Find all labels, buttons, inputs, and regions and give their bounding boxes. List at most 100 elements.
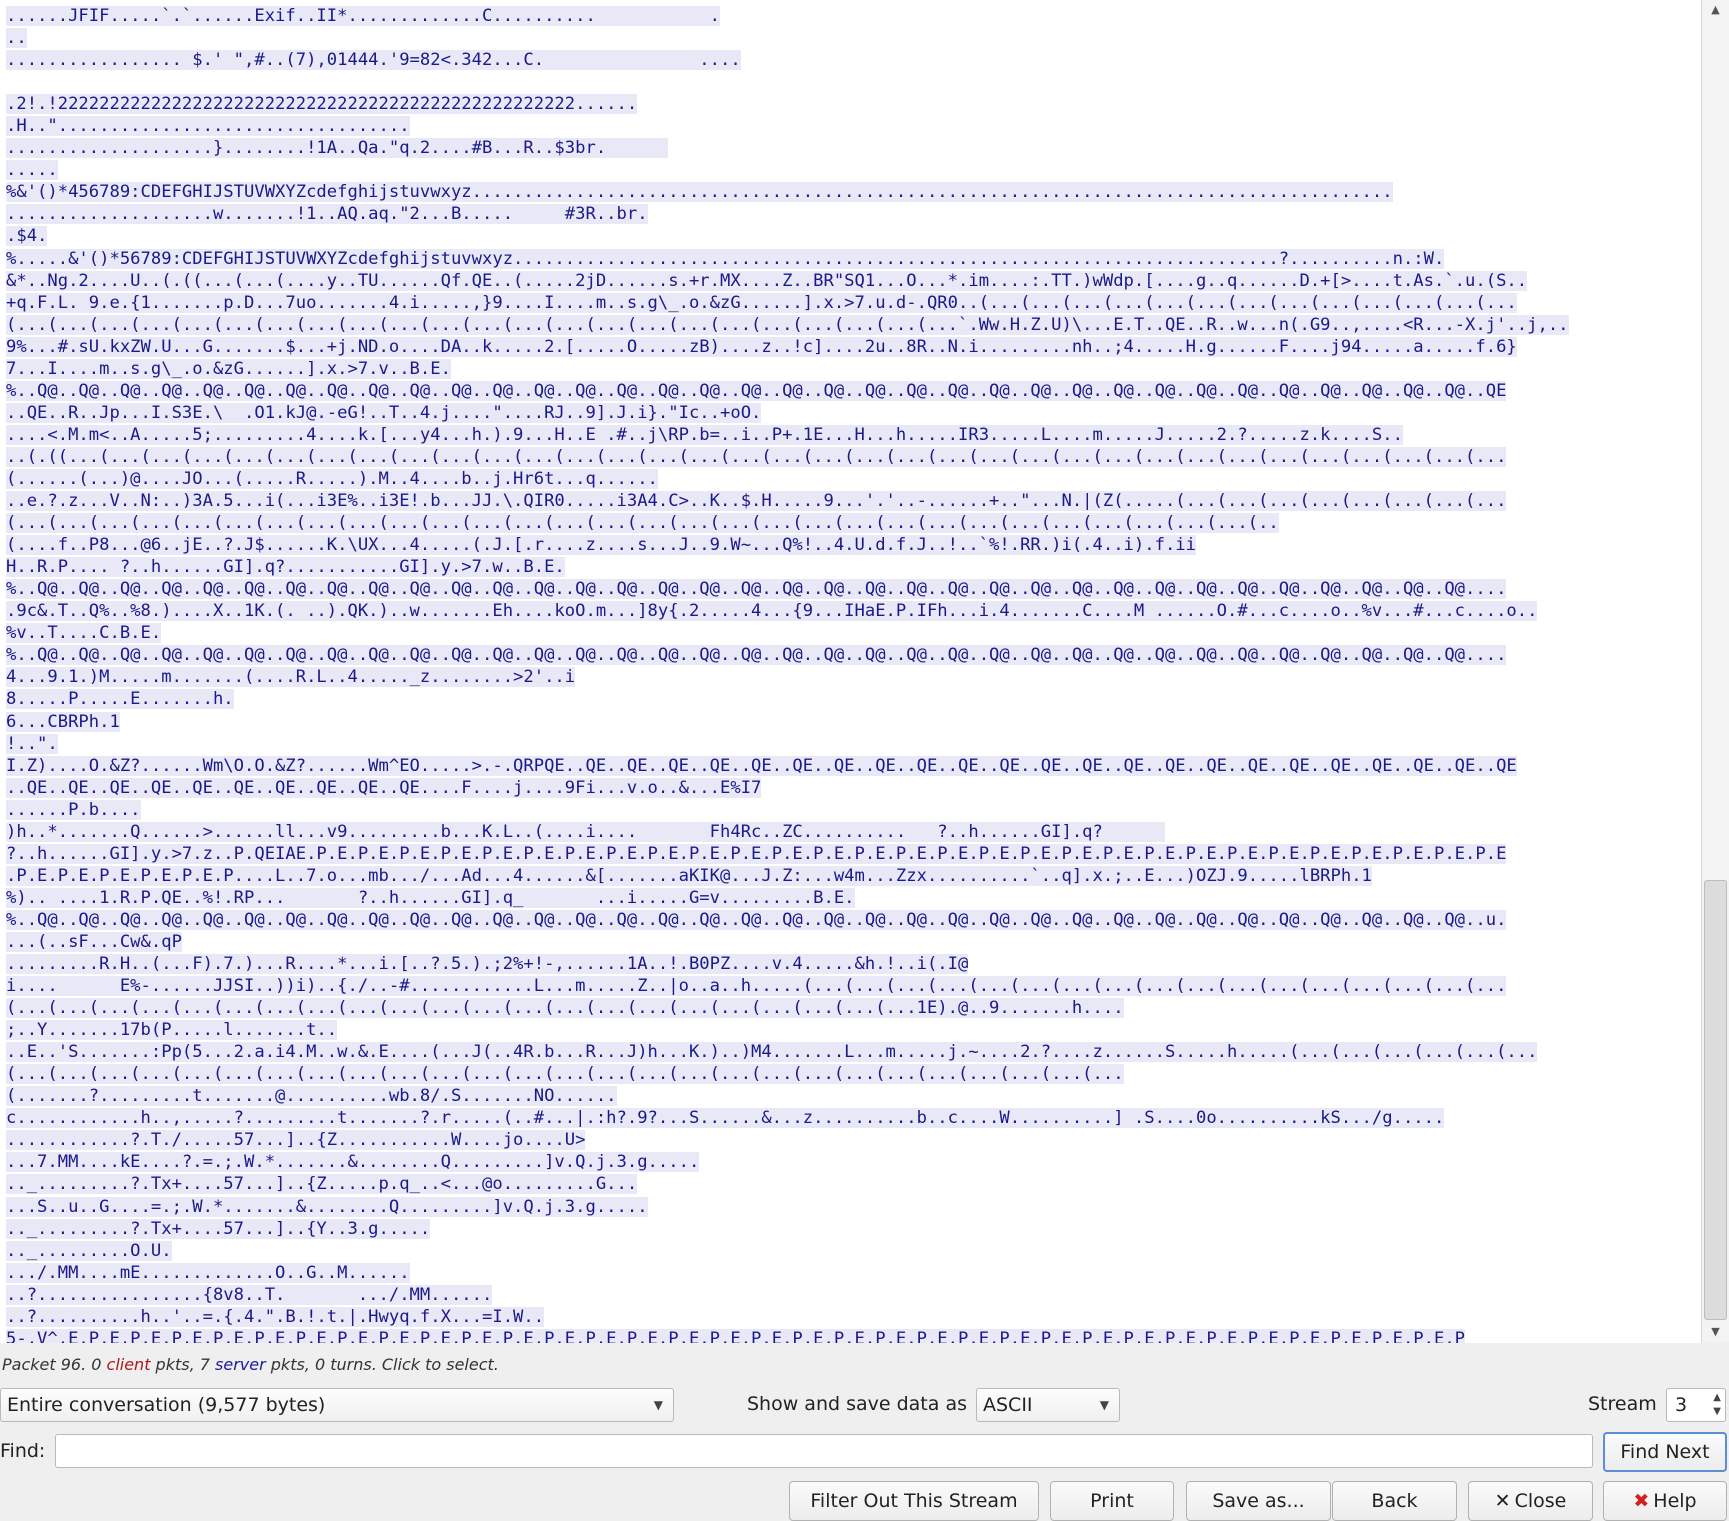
stream-line[interactable]: H..R.P.... ?..h......GI].q?...........GI…	[6, 556, 1701, 578]
stream-line[interactable]: ................. $.' ",#..(7),01444.'9=…	[6, 49, 1701, 71]
stream-line[interactable]: .........R.H..(...F).7.)...R....*...i.[.…	[6, 953, 1701, 975]
stream-line-text: ....................w.......!1..AQ.aq."2…	[6, 204, 648, 225]
stream-line[interactable]: (...(...(...(...(...(...(...(...(...(...…	[6, 997, 1701, 1019]
stream-line[interactable]: %..Q@..Q@..Q@..Q@..Q@..Q@..Q@..Q@..Q@..Q…	[6, 644, 1701, 666]
stream-line-text: .....	[6, 160, 58, 181]
stream-line[interactable]: 8.....P.....E.......h.	[6, 688, 1701, 710]
stream-line[interactable]: !..".	[6, 733, 1701, 755]
stream-line[interactable]: (.......?.........t.......@..........wb.…	[6, 1085, 1701, 1107]
stream-line[interactable]: ..?................{8v8..T. .../.MM.....…	[6, 1284, 1701, 1306]
stream-line[interactable]: .....	[6, 159, 1701, 181]
stream-line[interactable]: 4...9.1.)M.....m.......(....R.L..4....._…	[6, 666, 1701, 688]
stream-line-text: ....................}........!1A..Qa."q.…	[6, 138, 669, 159]
spin-down-icon[interactable]: ▼	[1713, 1406, 1721, 1417]
stream-line[interactable]: 6...CBRPh.1	[6, 711, 1701, 733]
show-as-select-value: ASCII	[983, 1394, 1033, 1416]
stream-line-text: %.....&'()*56789:CDEFGHIJSTUVWXYZcdefghi…	[6, 248, 1445, 269]
stream-line[interactable]: %.....&'()*56789:CDEFGHIJSTUVWXYZcdefghi…	[6, 248, 1701, 270]
stream-line[interactable]: ......JFIF.....`.`......Exif..II*.......…	[6, 5, 1701, 27]
back-button[interactable]: Back	[1332, 1481, 1457, 1521]
stream-line[interactable]: .$4.	[6, 225, 1701, 247]
show-as-select[interactable]: ASCII ▼	[976, 1388, 1120, 1422]
close-button[interactable]: ✕ Close	[1468, 1481, 1593, 1521]
stream-number-spinbox[interactable]: 3 ▲ ▼	[1666, 1388, 1726, 1422]
scroll-down-arrow-icon[interactable]: ▼	[1702, 1322, 1729, 1342]
stream-line-text: (......(...)@....JO...(.....R.....).M..4…	[6, 468, 658, 489]
stream-line-text: 4...9.1.)M.....m.......(....R.L..4....._…	[6, 667, 576, 688]
stream-line-text: H..R.P.... ?..h......GI].q?...........GI…	[6, 557, 565, 578]
stream-line[interactable]: (...(...(...(...(...(...(...(...(...(...…	[6, 512, 1701, 534]
stream-line[interactable]: ..e.?.z...V..N:..)3A.5...i(...i3E%..i3E!…	[6, 490, 1701, 512]
stream-line[interactable]: %).. ....1.R.P.QE..%!.RP... ?..h......GI…	[6, 887, 1701, 909]
stream-line[interactable]: .._.........?.Tx+....57...]..{Y..3.g....…	[6, 1218, 1701, 1240]
stream-line[interactable]: (......(...)@....JO...(.....R.....).M..4…	[6, 468, 1701, 490]
stream-line[interactable]: ...(..sF...Cw&.qP	[6, 931, 1701, 953]
scrollbar-thumb[interactable]	[1704, 880, 1727, 1320]
stream-line[interactable]: %..Q@..Q@..Q@..Q@..Q@..Q@..Q@..Q@..Q@..Q…	[6, 909, 1701, 931]
stream-line[interactable]	[6, 71, 1701, 93]
stream-line[interactable]: 7...I....m..s.g\_.o.&zG......].x.>7.v..B…	[6, 358, 1701, 380]
status-suffix: pkts, 0 turns. Click to select.	[265, 1355, 499, 1374]
stream-line[interactable]: ...S..u..G....=.;.W.*.......&........Q..…	[6, 1196, 1701, 1218]
stream-line[interactable]: (....f..P8...@6..jE..?.J$......K.\UX...4…	[6, 534, 1701, 556]
stream-line[interactable]: .H.."..................................	[6, 115, 1701, 137]
vertical-scrollbar[interactable]: ▲ ▼	[1701, 0, 1729, 1343]
stream-line[interactable]: .P.E.P.E.P.E.P.E.P.E.P....L..7.o...mb...…	[6, 865, 1701, 887]
stream-line[interactable]: I.Z)....O.&Z?......Wm\O.O.&Z?......Wm^EO…	[6, 755, 1701, 777]
stream-line[interactable]: ....<.M.m<..A.....5;.........4....k.[...…	[6, 424, 1701, 446]
stream-line[interactable]: i.... E%-......JJSI..))i)..{./..-#......…	[6, 975, 1701, 997]
stream-line[interactable]: ?..h......GI].y.>7.z..P.QEIAE.P.E.P.E.P.…	[6, 843, 1701, 865]
stream-text[interactable]: ......JFIF.....`.`......Exif..II*.......…	[0, 0, 1701, 1343]
stream-line-text: 8.....P.....E.......h.	[6, 689, 234, 710]
stream-line[interactable]: +q.F.L. 9.e.{1.......p.D...7uo.......4.i…	[6, 292, 1701, 314]
stream-line[interactable]: ..(.((...(...(...(...(...(...(...(...(..…	[6, 446, 1701, 468]
stream-line[interactable]: )h..*.......Q......>......ll...v9.......…	[6, 821, 1701, 843]
stream-line[interactable]: %..Q@..Q@..Q@..Q@..Q@..Q@..Q@..Q@..Q@..Q…	[6, 578, 1701, 600]
stream-line-text: .._.........O.U.	[6, 1240, 172, 1261]
scroll-up-arrow-icon[interactable]: ▲	[1702, 0, 1729, 20]
stream-line[interactable]: (...(...(...(...(...(...(...(...(...(...…	[6, 314, 1701, 336]
stream-line-text: .2!.!22222222222222222222222222222222222…	[6, 94, 638, 115]
stream-line[interactable]: .9c&.T..Q%..%8.)....X..1K.(. ..).QK.)..w…	[6, 600, 1701, 622]
stream-line[interactable]: c............h..,.....?.........t.......…	[6, 1107, 1701, 1129]
conversation-select[interactable]: Entire conversation (9,577 bytes) ▼	[0, 1388, 674, 1422]
stream-line[interactable]: &*..Ng.2....U..(.((...(...(....y..TU....…	[6, 270, 1701, 292]
stream-line-text: c............h..,.....?.........t.......…	[6, 1108, 1445, 1129]
stream-line-text: (...(...(...(...(...(...(...(...(...(...…	[6, 314, 1569, 335]
stream-line-text: !..".	[6, 733, 58, 754]
save-as-button[interactable]: Save as...	[1186, 1481, 1331, 1521]
stream-label: Stream	[1588, 1393, 1657, 1415]
stream-line[interactable]: .._.........O.U.	[6, 1240, 1701, 1262]
stream-line[interactable]: ..QE..QE..QE..QE..QE..QE..QE..QE..QE..QE…	[6, 777, 1701, 799]
stream-content-view[interactable]: ......JFIF.....`.`......Exif..II*.......…	[0, 0, 1701, 1343]
stream-line-text: +q.F.L. 9.e.{1.......p.D...7uo.......4.i…	[6, 292, 1517, 313]
stream-line[interactable]: ............?.T./.....57...]..{Z........…	[6, 1129, 1701, 1151]
stream-line[interactable]: 9%...#.sU.kxZW.U...G.......$...+j.ND.o..…	[6, 336, 1701, 358]
stream-line-text: ..(.((...(...(...(...(...(...(...(...(..…	[6, 446, 1507, 467]
stream-line[interactable]: %..Q@..Q@..Q@..Q@..Q@..Q@..Q@..Q@..Q@..Q…	[6, 380, 1701, 402]
stream-line[interactable]: ..	[6, 27, 1701, 49]
stream-line[interactable]: (...(...(...(...(...(...(...(...(...(...…	[6, 1063, 1701, 1085]
stream-line[interactable]: ......P.b....	[6, 799, 1701, 821]
stream-line[interactable]: .../.MM....mE.............O..G..M......	[6, 1262, 1701, 1284]
find-input[interactable]	[55, 1434, 1593, 1468]
stream-line[interactable]: ..?..........h..'..=.{.4.".B.!.t.|.Hwyq.…	[6, 1306, 1701, 1328]
stream-line[interactable]: ..E..'S.......:Pp(5...2.a.i4.M..w.&.E...…	[6, 1041, 1701, 1063]
stream-line[interactable]: ...7.MM....kE....?.=.;.W.*.......&......…	[6, 1151, 1701, 1173]
stream-line-text: %v..T....C.B.E.	[6, 623, 162, 644]
help-button[interactable]: ✖ Help	[1603, 1481, 1727, 1521]
stream-line[interactable]: ....................w.......!1..AQ.aq."2…	[6, 203, 1701, 225]
stream-line[interactable]: .2!.!22222222222222222222222222222222222…	[6, 93, 1701, 115]
print-button[interactable]: Print	[1050, 1481, 1174, 1521]
find-next-button[interactable]: Find Next	[1603, 1432, 1727, 1472]
stream-line[interactable]: ..QE..R..Jp...I.S3E.\ .O1.kJ@.-eG!..T..4…	[6, 402, 1701, 424]
stream-line[interactable]: ;..Y.......17b(P.....l.......t..	[6, 1019, 1701, 1041]
spin-up-icon[interactable]: ▲	[1713, 1392, 1721, 1403]
stream-line-text: .._.........?.Tx+....57...]..{Z.....p.q_…	[6, 1174, 638, 1195]
filter-out-stream-button[interactable]: Filter Out This Stream	[789, 1481, 1039, 1521]
stream-line[interactable]: %&'()*456789:CDEFGHIJSTUVWXYZcdefghijstu…	[6, 181, 1701, 203]
stream-line[interactable]: ....................}........!1A..Qa."q.…	[6, 137, 1701, 159]
stream-line[interactable]: .._.........?.Tx+....57...]..{Z.....p.q_…	[6, 1173, 1701, 1195]
stream-line[interactable]: %v..T....C.B.E.	[6, 622, 1701, 644]
stream-line[interactable]: 5-.V^.E.P.E.P.E.P.E.P.E.P.E.P.E.P.E.P.E.…	[6, 1328, 1701, 1343]
